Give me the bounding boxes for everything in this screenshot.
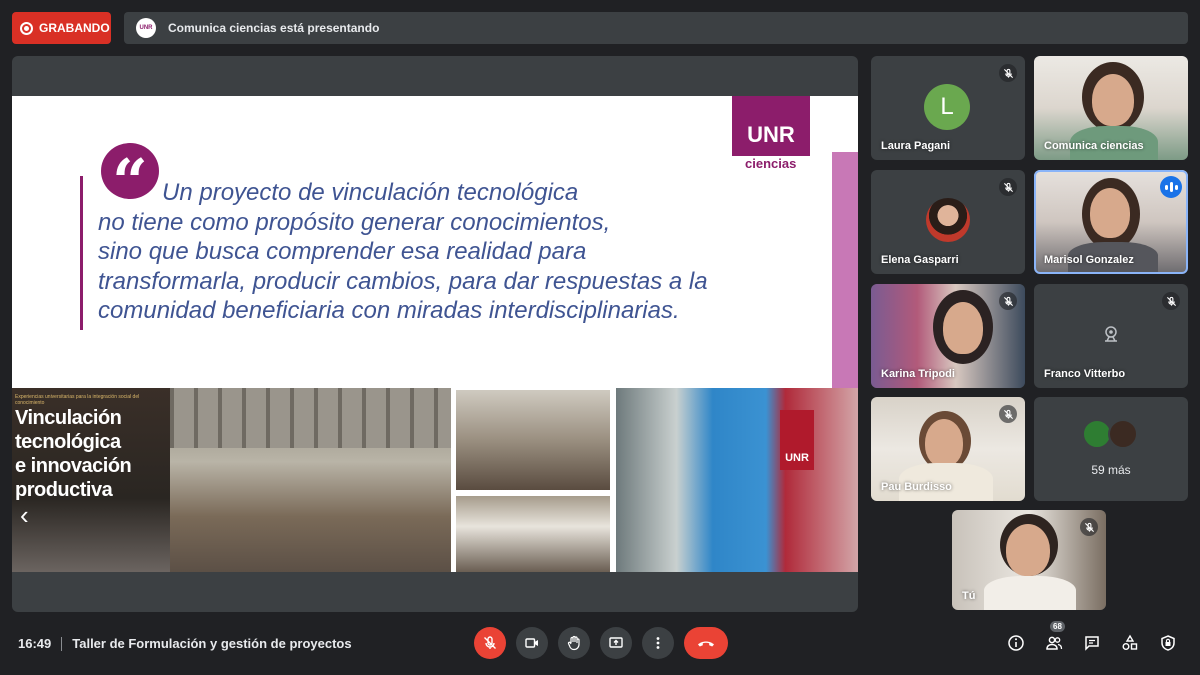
mic-off-icon (484, 636, 496, 649)
participant-name: Karina Tripodi (881, 368, 955, 380)
recording-label: GRABANDO (39, 21, 110, 35)
shapes-icon (1122, 634, 1138, 650)
mic-off-icon (999, 292, 1017, 310)
mic-off-icon (999, 64, 1017, 82)
quote-line: transformarla, producir cambios, para da… (98, 267, 708, 295)
quote-bar (80, 176, 83, 330)
camera-toggle-button[interactable] (516, 627, 548, 659)
clock-time: 16:49 (18, 636, 52, 651)
more-options-button[interactable] (642, 627, 674, 659)
presenting-banner: UNR Comunica ciencias está presentando (124, 12, 1188, 44)
microphone-toggle-button[interactable] (474, 627, 506, 659)
mic-off-icon (1162, 292, 1180, 310)
book-title: Vinculación tecnológica e innovación pro… (15, 406, 132, 502)
activities-button[interactable] (1120, 631, 1140, 655)
participant-name: Comunica ciencias (1044, 140, 1144, 152)
avatar: L (924, 84, 970, 130)
self-view-tile[interactable]: Tú (952, 510, 1106, 610)
more-participants-label: 59 más (1091, 463, 1131, 477)
presenting-text: Comunica ciencias está presentando (168, 21, 380, 35)
slide-accent-bar (832, 152, 858, 388)
quote-line: Un proyecto de vinculación tecnológica (162, 179, 579, 206)
quote-line: no tiene como propósito generar conocimi… (98, 208, 611, 236)
participant-tile[interactable]: Franco Vitterbo (1034, 284, 1188, 388)
participant-tile[interactable]: L Laura Pagani (871, 56, 1025, 160)
shield-lock-icon (1161, 635, 1175, 651)
unr-logo: UNR (732, 96, 810, 156)
call-controls (474, 627, 728, 659)
participant-name: Pau Burdisso (881, 481, 952, 493)
participant-tile[interactable]: Marisol Gonzalez (1034, 170, 1188, 274)
participant-name: Marisol Gonzalez (1044, 254, 1134, 266)
participant-name: Franco Vitterbo (1044, 368, 1126, 380)
record-icon (20, 21, 33, 35)
avatar (926, 198, 970, 242)
info-icon (1008, 635, 1024, 651)
participant-tile[interactable]: Pau Burdisso (871, 397, 1025, 501)
slide-photo-strip: Experiencias universitarias para la inte… (12, 388, 858, 572)
participant-name: Elena Gasparri (881, 254, 959, 266)
bottom-bar: 16:49 Taller de Formulación y gestión de… (0, 612, 1200, 675)
unr-logo-subtitle: ciencias (745, 156, 797, 171)
hang-up-icon (698, 641, 714, 647)
participant-tile[interactable]: Comunica ciencias (1034, 56, 1188, 160)
people-count-badge: 68 (1050, 621, 1065, 632)
people-icon (1046, 636, 1063, 650)
divider (61, 636, 63, 651)
side-controls: 68 (1006, 621, 1178, 655)
avatar (1108, 419, 1138, 449)
raise-hand-button[interactable] (558, 627, 590, 659)
team-photo (456, 390, 610, 490)
meeting-info: 16:49 Taller de Formulación y gestión de… (18, 636, 352, 651)
video-camera-icon (525, 638, 538, 648)
mic-off-icon (999, 405, 1017, 423)
recording-indicator[interactable]: GRABANDO (12, 12, 111, 44)
chevron-left-icon: ‹ (20, 500, 29, 530)
book-title-line: tecnológica (15, 431, 121, 453)
webcam-icon (1105, 326, 1117, 342)
top-bar: GRABANDO UNR Comunica ciencias está pres… (0, 0, 1200, 56)
participant-name: Laura Pagani (881, 140, 951, 152)
present-screen-button[interactable] (600, 627, 632, 659)
participant-tile[interactable]: Karina Tripodi (871, 284, 1025, 388)
book-title-line: Vinculación (15, 407, 122, 429)
workshop-photo (170, 388, 451, 572)
participant-tile[interactable]: Elena Gasparri (871, 170, 1025, 274)
book-title-line: e innovación (15, 455, 132, 477)
leave-call-button[interactable] (684, 627, 728, 659)
presentation-slide: UNR ciencias “ Un proyecto de vinculació… (12, 96, 858, 572)
book-cover-photo: Experiencias universitarias para la inte… (12, 388, 170, 572)
meeting-details-button[interactable] (1006, 631, 1026, 655)
mic-off-icon (1080, 518, 1098, 536)
present-screen-icon (609, 637, 623, 648)
slide-quote: Un proyecto de vinculación tecnológica n… (98, 178, 758, 326)
people-button[interactable]: 68 (1044, 621, 1065, 655)
hand-icon (567, 635, 580, 651)
chat-icon (1085, 636, 1099, 651)
meeting-title: Taller de Formulación y gestión de proye… (72, 636, 352, 651)
participant-name: Tú (962, 590, 976, 602)
mic-off-icon (999, 178, 1017, 196)
book-title-line: productiva (15, 479, 113, 501)
quote-line: comunidad beneficiaria con miradas inter… (98, 297, 680, 324)
host-controls-button[interactable] (1158, 631, 1178, 655)
more-participants-tile[interactable]: 59 más (1034, 397, 1188, 501)
book-subtitle: Experiencias universitarias para la inte… (15, 394, 140, 406)
quote-line: sino que busca comprender esa realidad p… (98, 238, 587, 265)
chat-button[interactable] (1082, 631, 1102, 655)
presenter-logo: UNR (136, 18, 156, 38)
work-photo (456, 496, 610, 572)
equipment-photo: UNR (616, 388, 858, 572)
presentation-stage: UNR ciencias “ Un proyecto de vinculació… (12, 56, 858, 612)
speaking-indicator-icon (1160, 176, 1182, 198)
more-vertical-icon (656, 637, 660, 649)
unr-banner-logo: UNR (780, 410, 814, 470)
